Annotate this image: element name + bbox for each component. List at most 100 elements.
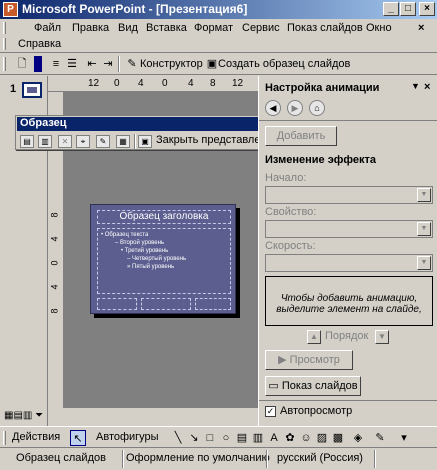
line-icon[interactable]: ╲ [170,430,186,446]
maximize-button[interactable]: □ [400,2,416,16]
minimize-button[interactable]: _ [383,2,399,16]
ruler-mark: 8 [210,78,216,89]
home-icon[interactable]: ⌂ [309,100,325,116]
speed-select[interactable]: ▼ [265,254,433,272]
title-bar: P Microsoft PowerPoint - [Презентация6] … [0,0,437,19]
slide-thumbnail[interactable] [22,82,42,98]
master-toolbar-title: Образец [20,117,67,129]
ruler-mark: 0 [162,78,168,89]
property-select[interactable]: ▼ [265,220,433,238]
menu-grip-2[interactable] [3,38,6,50]
slide-master-canvas[interactable]: Образец заголовка • Образец текста – Вто… [90,204,236,314]
menu-help[interactable]: Справка [18,38,61,50]
ruler-mark: 4 [49,236,60,242]
master-layout-icon[interactable]: ▦ [116,135,130,148]
menu-insert[interactable]: Вставка [146,22,187,34]
slide-title-placeholder[interactable]: Образец заголовка [97,210,231,224]
taskpane-close-icon[interactable]: × [424,81,430,93]
master-toolbar-titlebar[interactable]: Образец × [17,117,288,131]
diagram-icon[interactable]: ✿ [282,430,298,446]
date-placeholder[interactable] [97,298,137,310]
slide-number-placeholder[interactable] [195,298,231,310]
line-color-icon[interactable]: ✎ [372,430,388,446]
move-down-icon[interactable]: ▼ [375,330,389,344]
taskpane-divider-bottom [259,400,437,401]
increase-indent-icon[interactable]: ⇥ [100,56,116,72]
menu-tools[interactable]: Сервис [242,22,280,34]
oval-icon[interactable]: ○ [218,430,234,446]
change-effect-heading: Изменение эффекта [265,154,377,166]
autopreview-label: Автопросмотр [280,405,353,417]
insert-slide-master-icon[interactable]: ▤ [20,135,34,148]
bullet-list-icon[interactable]: ☰ [64,56,80,72]
clipart-icon[interactable]: ☺ [298,430,314,446]
font-color-icon[interactable]: ▾ [396,430,412,446]
preserve-master-icon[interactable]: ⌖ [76,135,90,148]
slide-body-placeholder[interactable]: • Образец текста – Второй уровень • Трет… [97,228,231,294]
drawbar-grip[interactable] [3,431,6,445]
rename-master-icon[interactable]: ✎ [96,135,110,148]
numbered-list-icon[interactable]: ≡ [48,56,64,72]
view-buttons[interactable]: ▦▤▥ ⏷ [4,410,44,422]
body-level-3: • Третий уровень [121,248,169,254]
menu-file[interactable]: Файл [34,22,61,34]
actions-menu[interactable]: Действия [12,431,60,443]
add-effect-label: Добавить [276,130,326,142]
design-button[interactable]: Конструктор [140,58,203,70]
vertical-textbox-icon[interactable]: ▥ [250,430,266,446]
slideshow-button[interactable]: ▭ Показ слайдов [265,376,361,396]
insert-picture-icon[interactable]: ▩ [330,430,346,446]
picture-icon[interactable]: ▨ [314,430,330,446]
forward-arrow-icon[interactable]: ▶ [287,100,303,116]
taskpane-title: Настройка анимации [265,82,380,94]
powerpoint-app-icon[interactable]: P [3,2,18,17]
menu-format[interactable]: Формат [194,22,233,34]
status-divider [122,450,124,468]
ruler-mark: 0 [49,260,60,266]
design-icon[interactable]: ✎ [124,56,140,72]
chevron-down-icon: ▼ [417,222,431,236]
autoshapes-menu[interactable]: Автофигуры [96,431,159,443]
status-divider [266,450,268,468]
toolbar-chevron-icon[interactable] [34,56,42,72]
ruler-mark: 4 [138,78,144,89]
decrease-indent-icon[interactable]: ⇤ [84,56,100,72]
status-bar: Образец слайдов Оформление по умолчанию … [0,448,437,470]
textbox-icon[interactable]: ▤ [234,430,250,446]
start-label: Начало: [265,172,307,184]
close-button[interactable]: × [419,2,435,16]
status-language: русский (Россия) [277,452,363,464]
menu-grip[interactable] [3,22,6,34]
menu-bar: Файл Правка Вид Вставка Формат Сервис По… [0,19,437,53]
back-arrow-icon[interactable]: ◀ [265,100,281,116]
menu-window[interactable]: Окно [366,22,392,34]
delete-master-icon[interactable]: ✕ [58,135,72,148]
status-design: Оформление по умолчанию [126,452,270,464]
footer-placeholder[interactable] [141,298,191,310]
create-master-button[interactable]: Создать образец слайдов [218,58,350,70]
menu-view[interactable]: Вид [118,22,138,34]
chevron-down-icon: ▼ [417,188,431,202]
rectangle-icon[interactable]: □ [202,430,218,446]
start-select[interactable]: ▼ [265,186,433,204]
toolbar-grip[interactable] [3,57,6,71]
taskpane-menu-chevron-icon[interactable]: ▼ [411,81,420,91]
add-effect-button[interactable]: Добавить [265,126,337,146]
autopreview-checkbox[interactable]: ✓ [265,406,276,417]
insert-title-master-icon[interactable]: ▥ [38,135,52,148]
menu-slideshow[interactable]: Показ слайдов [287,22,363,34]
wordart-icon[interactable]: A [266,430,282,446]
status-view: Образец слайдов [16,452,106,464]
preview-button[interactable]: ▶ Просмотр [265,350,353,370]
arrow-icon[interactable]: ↘ [186,430,202,446]
animation-list[interactable]: Чтобы добавить анимацию, выделите элемен… [265,276,433,326]
fill-color-icon[interactable]: ◈ [350,430,366,446]
new-document-icon[interactable]: 🗋 [14,56,30,72]
close-document-button[interactable]: × [418,22,424,34]
order-label: Порядок [325,330,369,342]
select-objects-icon[interactable]: ↖ [70,430,86,446]
menu-edit[interactable]: Правка [72,22,109,34]
ruler-mark: 4 [188,78,194,89]
close-master-view-icon[interactable]: ▣ [138,135,152,148]
move-up-icon[interactable]: ▲ [307,330,321,344]
